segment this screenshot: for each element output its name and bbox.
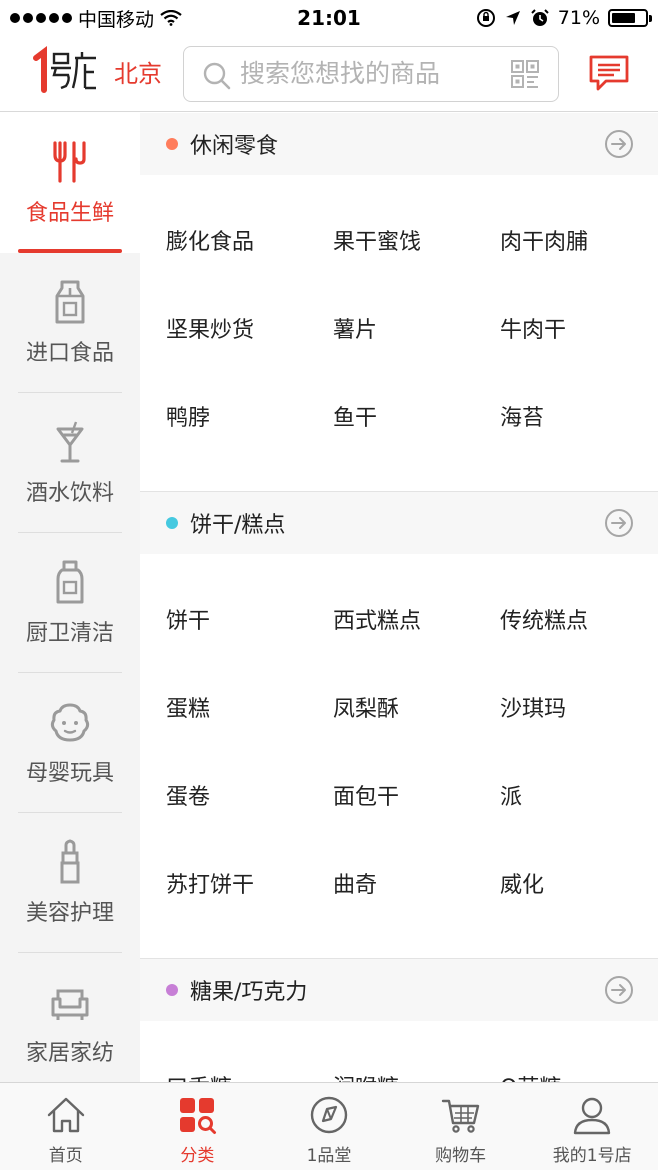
sidebar-item-label: 母婴玩具	[25, 761, 114, 786]
tab-category[interactable]: 分类	[132, 1083, 264, 1170]
fork-knife-icon	[53, 141, 86, 183]
tab-home[interactable]: 首页	[0, 1083, 132, 1170]
tab-label: 我的1号店	[552, 1146, 632, 1166]
lipstick-icon	[60, 839, 80, 884]
detergent-bottle-icon	[56, 560, 84, 604]
subcategory-item[interactable]: 鸭脖	[140, 375, 307, 463]
arrow-right-circle-icon[interactable]	[604, 975, 634, 1005]
search-placeholder: 搜索您想找的商品	[240, 59, 441, 88]
tab-cart[interactable]: 购物车	[395, 1083, 527, 1170]
subcategory-item[interactable]: 饼干	[140, 578, 307, 666]
subcategory-item[interactable]: 苏打饼干	[140, 842, 307, 930]
subcategory-item[interactable]: 威化	[474, 842, 641, 930]
location-icon	[505, 11, 520, 25]
arrow-right-circle-icon[interactable]	[604, 508, 634, 538]
rotation-lock-icon	[476, 9, 495, 27]
subcategory-item[interactable]: 肉干肉脯	[474, 199, 641, 287]
tab-label: 首页	[48, 1146, 83, 1166]
sidebar-item-label: 食品生鲜	[25, 201, 114, 226]
subcategory-item[interactable]: 果干蜜饯	[307, 199, 474, 287]
cart-icon	[441, 1099, 479, 1133]
compass-icon	[310, 1096, 348, 1134]
status-bar: 中国移动 21:01 71%	[0, 0, 658, 36]
sidebar-item-home[interactable]: 家居家纺	[0, 953, 140, 1082]
section-header[interactable]: 饼干/糕点	[140, 492, 658, 554]
subcategory-item[interactable]: Q萌糖	[474, 1045, 641, 1082]
home-icon	[47, 1097, 84, 1133]
subcategory-item[interactable]: 凤梨酥	[307, 666, 474, 754]
baby-face-icon	[50, 703, 90, 742]
section-header[interactable]: 糖果/巧克力	[140, 959, 658, 1021]
user-icon	[573, 1097, 611, 1135]
status-right: 71%	[476, 0, 652, 36]
search-input[interactable]: 搜索您想找的商品	[183, 46, 559, 102]
sidebar-item-label: 酒水饮料	[25, 481, 114, 506]
subcategory-item[interactable]: 牛肉干	[474, 287, 641, 375]
tab-label: 购物车	[435, 1146, 487, 1166]
qr-scan-icon[interactable]	[510, 59, 540, 89]
tab-pintang[interactable]: 1品堂	[263, 1083, 395, 1170]
section-title: 饼干/糕点	[190, 513, 286, 538]
sidebar-item-food[interactable]: 食品生鲜	[0, 113, 140, 253]
subcategory-item[interactable]: 沙琪玛	[474, 666, 641, 754]
subcategory-grid: 膨化食品 果干蜜饯 肉干肉脯 坚果炒货 薯片 牛肉干 鸭脖 鱼干 海苔	[140, 175, 658, 491]
subcategory-item[interactable]: 蛋糕	[140, 666, 307, 754]
sofa-icon	[51, 989, 89, 1020]
battery-percent: 71%	[557, 7, 600, 29]
tab-my-account[interactable]: 我的1号店	[526, 1083, 658, 1170]
section-dot	[166, 517, 178, 529]
sidebar-item-label: 厨卫清洁	[25, 621, 114, 646]
section-title: 糖果/巧克力	[190, 980, 308, 1005]
cocktail-glass-icon	[56, 421, 84, 463]
sidebar-item-label: 家居家纺	[25, 1041, 114, 1066]
section-snacks: 休闲零食 膨化食品 果干蜜饯 肉干肉脯 坚果炒货 薯片 牛肉干 鸭脖 鱼干 海苔	[140, 113, 658, 492]
subcategory-item[interactable]: 润喉糖	[307, 1045, 474, 1082]
header: 北京 搜索您想找的商品	[0, 36, 658, 112]
battery-icon	[608, 9, 652, 27]
section-dot	[166, 984, 178, 996]
subcategory-item[interactable]: 海苔	[474, 375, 641, 463]
sidebar-item-imported[interactable]: 进口食品	[0, 253, 140, 393]
subcategory-item[interactable]: 面包干	[307, 754, 474, 842]
category-icon	[180, 1098, 217, 1134]
section-candy: 糖果/巧克力 口香糖 润喉糖 Q萌糖	[140, 959, 658, 1082]
message-icon[interactable]	[588, 52, 630, 94]
subcategory-item[interactable]: 西式糕点	[307, 578, 474, 666]
subcategory-item[interactable]: 派	[474, 754, 641, 842]
battery-fill	[612, 13, 635, 23]
sidebar-item-cleaning[interactable]: 厨卫清洁	[0, 533, 140, 673]
subcategory-grid: 饼干 西式糕点 传统糕点 蛋糕 凤梨酥 沙琪玛 蛋卷 面包干 派 苏打饼干 曲奇…	[140, 554, 658, 958]
city-selector[interactable]: 北京	[114, 56, 162, 92]
tab-label: 1品堂	[306, 1146, 352, 1166]
section-title: 休闲零食	[190, 134, 279, 159]
category-content: 休闲零食 膨化食品 果干蜜饯 肉干肉脯 坚果炒货 薯片 牛肉干 鸭脖 鱼干 海苔…	[140, 113, 658, 1082]
subcategory-item[interactable]: 传统糕点	[474, 578, 641, 666]
subcategory-item[interactable]: 鱼干	[307, 375, 474, 463]
arrow-right-circle-icon[interactable]	[604, 129, 634, 159]
subcategory-item[interactable]: 坚果炒货	[140, 287, 307, 375]
milk-carton-icon	[55, 280, 85, 324]
sidebar-item-baby[interactable]: 母婴玩具	[0, 673, 140, 813]
sidebar-item-beauty[interactable]: 美容护理	[0, 813, 140, 953]
bottom-tab-bar: 首页 分类 1品堂 购物车 我的1号店	[0, 1082, 658, 1170]
subcategory-item[interactable]: 曲奇	[307, 842, 474, 930]
logo[interactable]	[30, 44, 100, 100]
subcategory-grid: 口香糖 润喉糖 Q萌糖	[140, 1021, 658, 1082]
sidebar-item-drinks[interactable]: 酒水饮料	[0, 393, 140, 533]
category-sidebar: 食品生鲜 进口食品 酒水饮料 厨卫清洁 母婴玩具 美容护理 家居家纺	[0, 113, 140, 1082]
section-biscuits: 饼干/糕点 饼干 西式糕点 传统糕点 蛋糕 凤梨酥 沙琪玛 蛋卷 面包干 派 苏…	[140, 492, 658, 959]
section-header[interactable]: 休闲零食	[140, 113, 658, 175]
sidebar-item-label: 美容护理	[25, 901, 114, 926]
subcategory-item[interactable]: 薯片	[307, 287, 474, 375]
search-icon	[203, 62, 231, 90]
tab-label: 分类	[180, 1146, 215, 1166]
sidebar-item-label: 进口食品	[25, 341, 114, 366]
subcategory-item[interactable]: 口香糖	[140, 1045, 307, 1082]
alarm-icon	[531, 9, 549, 26]
section-dot	[166, 138, 178, 150]
subcategory-item[interactable]: 蛋卷	[140, 754, 307, 842]
subcategory-item[interactable]: 膨化食品	[140, 199, 307, 287]
